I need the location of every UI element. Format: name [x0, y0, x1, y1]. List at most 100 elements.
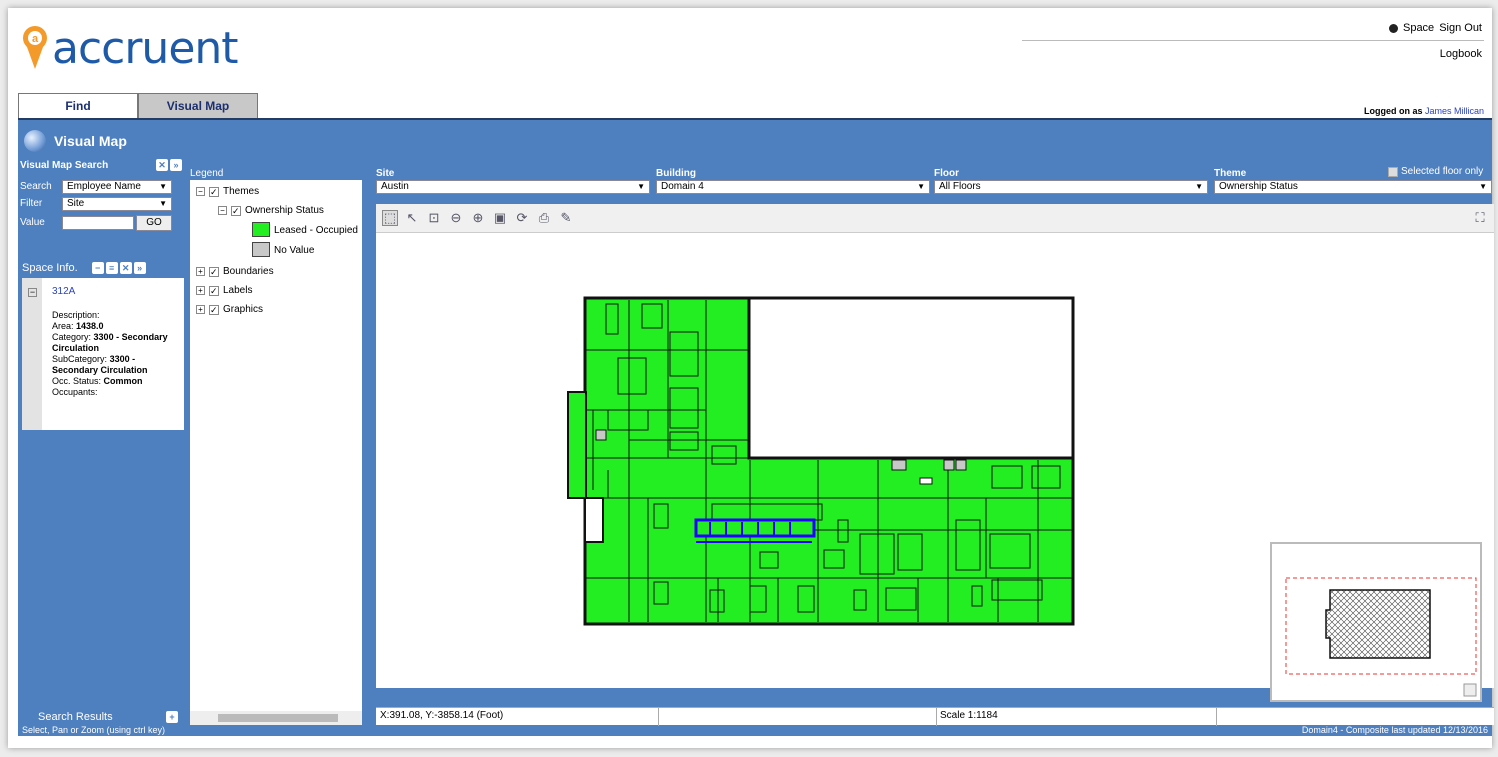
area-label: Area: [52, 321, 74, 331]
subcategory-label: SubCategory: [52, 354, 108, 364]
logo-pin-icon: a [23, 26, 47, 69]
leased-label: Leased - Occupied [274, 225, 358, 236]
novalue-swatch [252, 242, 270, 257]
fullscreen-icon[interactable]: ⛶ [1472, 210, 1488, 226]
legend-item-themes[interactable]: − ✓ Themes [196, 186, 259, 197]
filter-select-value: Site [67, 198, 85, 209]
expand-icon[interactable]: + [196, 267, 205, 276]
checkbox-icon[interactable]: ✓ [231, 205, 241, 216]
occ-status-row: Occ. Status: Common [52, 376, 182, 387]
value-label: Value [20, 217, 45, 228]
collapse-icon[interactable]: » [170, 159, 182, 171]
search-label: Search [20, 181, 52, 192]
main-tabs: Find Visual Map [18, 93, 258, 118]
legend-title: Legend [190, 168, 224, 179]
overview-map[interactable] [1270, 542, 1482, 702]
area-row: Area: 1438.0 [52, 321, 182, 332]
zoom-in-icon[interactable]: ⊕ [470, 210, 486, 226]
status-updated: Domain4 - Composite last updated 12/13/2… [1301, 725, 1488, 735]
pointer-icon[interactable]: ↖ [404, 210, 420, 226]
expand-icon[interactable]: + [196, 286, 205, 295]
checkbox-icon[interactable]: ✓ [209, 186, 219, 197]
refresh-icon[interactable]: ⟳ [514, 210, 530, 226]
space-id-link[interactable]: 312A [52, 286, 75, 297]
legend-item-labels[interactable]: + ✓ Labels [196, 285, 252, 296]
print-icon[interactable]: ⎙ [536, 210, 552, 226]
chevron-down-icon: ▼ [159, 182, 167, 191]
site-label: Site [376, 168, 395, 179]
description-label: Description: [52, 310, 100, 320]
list-icon[interactable]: ≡ [105, 262, 118, 274]
minus-icon[interactable]: − [91, 262, 104, 274]
visual-map-panel: Visual Map Visual Map Search ✕ » Search … [18, 118, 1494, 736]
space-info-title: Space Info. [22, 262, 78, 274]
chevron-down-icon: ▼ [637, 182, 645, 191]
checkbox-icon[interactable]: ✓ [209, 304, 219, 315]
go-button[interactable]: GO [136, 215, 172, 231]
checkbox-icon[interactable]: ✓ [209, 266, 219, 277]
collapse-toggle-icon[interactable]: − [28, 288, 37, 297]
expand-icon[interactable]: + [196, 305, 205, 314]
logbook-link[interactable]: Logbook [1440, 48, 1482, 60]
close-icon[interactable]: ✕ [119, 262, 132, 274]
scrollbar-thumb[interactable] [218, 714, 338, 722]
logged-on-label: Logged on as James Millican [1364, 106, 1484, 116]
collapse-icon[interactable]: − [218, 206, 227, 215]
labels-label: Labels [223, 285, 253, 296]
theme-select[interactable]: Ownership Status ▼ [1214, 180, 1492, 194]
checkbox-icon[interactable]: ✓ [209, 285, 219, 296]
collapse-icon[interactable]: » [133, 262, 146, 274]
search-results-label: Search Results [38, 711, 113, 723]
selected-floor-only-label: Selected floor only [1401, 166, 1484, 177]
graphics-label: Graphics [223, 304, 264, 315]
value-input[interactable] [62, 216, 134, 230]
area-value: 1438.0 [76, 321, 104, 331]
filter-select[interactable]: Site ▼ [62, 197, 172, 211]
zoom-extent-icon[interactable]: ▣ [492, 210, 508, 226]
category-label: Category: [52, 332, 92, 342]
legend-item-boundaries[interactable]: + ✓ Boundaries [196, 266, 274, 277]
site-value: Austin [381, 181, 409, 192]
checkbox-icon[interactable] [1388, 166, 1398, 177]
tab-visual-map[interactable]: Visual Map [138, 93, 258, 118]
site-select[interactable]: Austin ▼ [376, 180, 650, 194]
overview-thumbnail [1285, 577, 1477, 697]
space-info-controls: − ≡ ✕ » [91, 262, 146, 274]
zoom-box-icon[interactable]: ⊡ [426, 210, 442, 226]
visual-map-title: Visual Map [54, 133, 127, 149]
top-links: Space Sign Out [1388, 22, 1482, 34]
globe-icon [24, 130, 46, 152]
sign-out-link[interactable]: Sign Out [1439, 22, 1482, 34]
space-description: Description: Area: 1438.0 Category: 3300… [52, 310, 182, 398]
search-panel-title: Visual Map Search [20, 160, 109, 171]
close-icon[interactable]: ✕ [156, 159, 168, 171]
search-panel-controls: ✕ » [156, 159, 182, 171]
legend-item-ownership[interactable]: − ✓ Ownership Status [218, 205, 324, 216]
search-select[interactable]: Employee Name ▼ [62, 180, 172, 194]
themes-label: Themes [223, 186, 260, 197]
plus-icon[interactable]: + [166, 711, 178, 723]
measure-icon[interactable]: ✎ [558, 210, 574, 226]
select-tool-icon[interactable]: ⬚ [382, 210, 398, 226]
occ-status-label: Occ. Status: [52, 376, 102, 386]
svg-text:a: a [32, 33, 39, 45]
selected-floor-only[interactable]: Selected floor only [1388, 166, 1483, 177]
scale-readout: Scale 1:1184 [940, 710, 998, 721]
user-link[interactable]: James Millican [1425, 106, 1484, 116]
floor-select[interactable]: All Floors ▼ [934, 180, 1208, 194]
zoom-out-icon[interactable]: ⊖ [448, 210, 464, 226]
logged-on-prefix: Logged on as [1363, 106, 1423, 116]
category-row: Category: 3300 - Secondary Circulation [52, 332, 182, 354]
collapse-icon[interactable]: − [196, 187, 205, 196]
occ-status-value: Common [103, 376, 143, 386]
tab-find[interactable]: Find [18, 93, 138, 118]
theme-label: Theme [1214, 168, 1247, 179]
building-select[interactable]: Domain 4 ▼ [656, 180, 930, 194]
legend-item-graphics[interactable]: + ✓ Graphics [196, 304, 263, 315]
space-link[interactable]: Space [1403, 22, 1434, 34]
space-info-header: Space Info. − ≡ ✕ » [22, 257, 184, 279]
status-hint: Select, Pan or Zoom (using ctrl key) [22, 725, 166, 735]
search-select-value: Employee Name [67, 181, 141, 192]
filter-label: Filter [20, 198, 43, 209]
visual-map-header: Visual Map [24, 130, 127, 152]
